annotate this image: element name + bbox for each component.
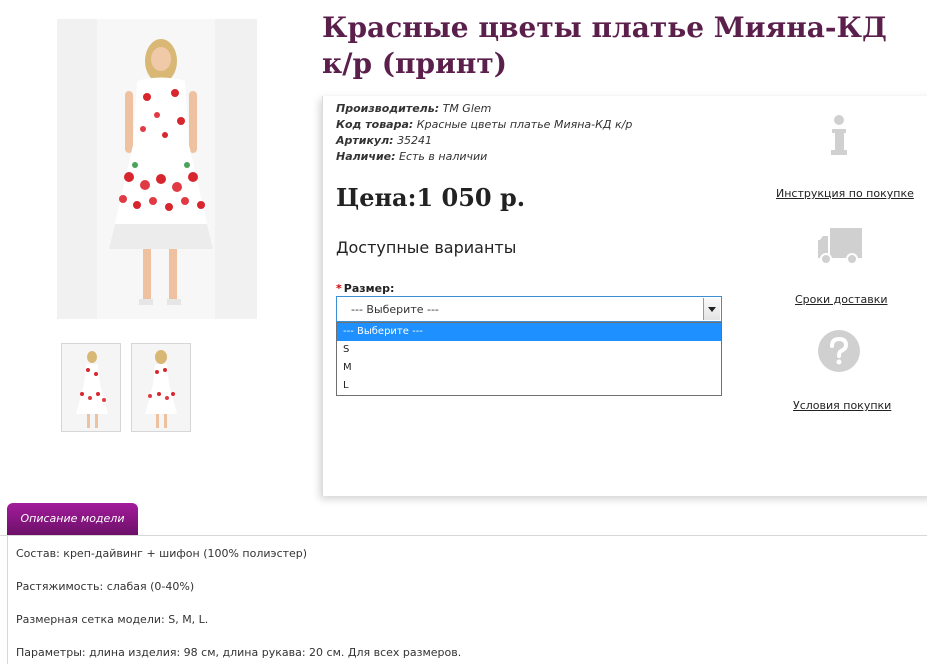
description-sizes: Размерная сетка модели: S, M, L. — [16, 613, 208, 626]
info-icon — [828, 114, 850, 162]
manufacturer-value[interactable]: ТМ Glem — [443, 102, 492, 115]
variants-title: Доступные варианты — [336, 238, 517, 257]
size-select-value: --- Выберите --- — [351, 303, 439, 316]
purchase-conditions-link[interactable]: Условия покупки — [793, 399, 891, 412]
tab-divider — [0, 535, 927, 536]
article-row: Артикул: 35241 — [336, 133, 632, 149]
tab-description[interactable]: Описание модели — [7, 503, 138, 535]
manufacturer-label: Производитель: — [336, 102, 440, 115]
product-meta: Производитель: ТМ Glem Код товара: Красн… — [336, 101, 632, 165]
availability-label: Наличие: — [336, 150, 396, 163]
product-thumbnail-back[interactable] — [131, 343, 191, 432]
params-value: длина изделия: 98 см, длина рукава: 20 с… — [89, 646, 462, 659]
stretch-label: Растяжимость: — [16, 580, 104, 593]
product-code-row: Код товара: Красные цветы платье Мияна-К… — [336, 117, 632, 133]
product-title: Красные цветы платье Мияна-КД к/р (принт… — [322, 11, 887, 80]
description-params: Параметры: длина изделия: 98 см, длина р… — [16, 646, 461, 659]
description-composition: Состав: креп-дайвинг + шифон (100% полиэ… — [16, 547, 307, 560]
sizes-value: S, M, L. — [168, 613, 209, 626]
size-label-text: Размер: — [343, 282, 395, 295]
composition-value: креп-дайвинг + шифон (100% полиэстер) — [63, 547, 308, 560]
size-select[interactable]: --- Выберите --- — [336, 296, 722, 322]
params-label: Параметры: — [16, 646, 86, 659]
availability-value: Есть в наличии — [399, 150, 488, 163]
availability-row: Наличие: Есть в наличии — [336, 149, 632, 165]
truck-icon — [816, 226, 864, 270]
product-main-image[interactable] — [57, 19, 257, 319]
article-label: Артикул: — [336, 134, 394, 147]
product-info-panel: Производитель: ТМ Glem Код товара: Красн… — [322, 96, 927, 496]
stretch-value: слабая (0-40%) — [106, 580, 195, 593]
size-option-l[interactable]: L — [337, 377, 721, 395]
composition-label: Состав: — [16, 547, 60, 560]
size-option-m[interactable]: M — [337, 359, 721, 377]
sizes-label: Размерная сетка модели: — [16, 613, 165, 626]
product-code-label: Код товара: — [336, 118, 414, 131]
size-option-placeholder[interactable]: --- Выберите --- — [337, 323, 721, 341]
tab-panel-border — [7, 535, 8, 664]
product-thumbnail-front[interactable] — [61, 343, 121, 432]
delivery-terms-link[interactable]: Сроки доставки — [795, 293, 888, 306]
product-price: Цена:1 050 р. — [336, 183, 526, 212]
size-dropdown-list: --- Выберите --- S M L — [336, 322, 722, 396]
size-option-s[interactable]: S — [337, 341, 721, 359]
description-stretch: Растяжимость: слабая (0-40%) — [16, 580, 194, 593]
product-code-value: Красные цветы платье Мияна-КД к/р — [416, 118, 633, 131]
chevron-down-icon[interactable] — [703, 298, 720, 320]
size-label: * Размер: — [336, 282, 394, 295]
article-value: 35241 — [397, 134, 433, 147]
required-mark: * — [336, 282, 342, 295]
purchase-guide-link[interactable]: Инструкция по покупке — [776, 187, 914, 200]
manufacturer-row: Производитель: ТМ Glem — [336, 101, 632, 117]
question-icon — [817, 329, 861, 377]
